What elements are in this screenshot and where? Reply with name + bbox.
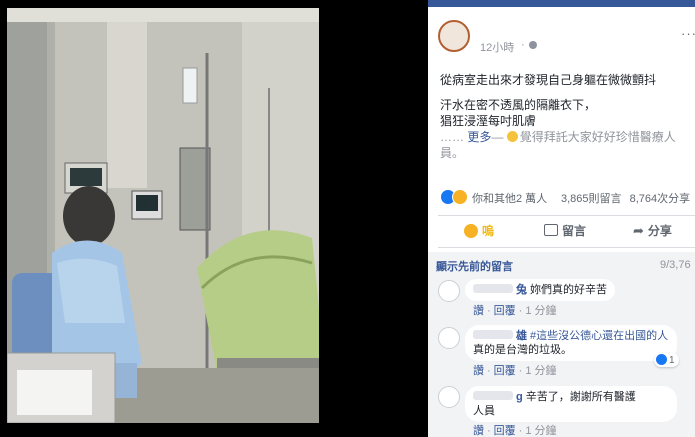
like-link[interactable]: 讚 <box>473 425 484 437</box>
comment-meta: 讚 · 回覆 · 1 分鐘 <box>473 425 557 437</box>
reaction-summary[interactable]: 你和其他2 萬人 3,865則留言 8,764次分享 <box>440 189 695 205</box>
post-options-menu[interactable]: ··· <box>681 26 695 41</box>
see-more-link[interactable]: 更多 <box>467 130 491 144</box>
reply-link[interactable]: 回覆 <box>494 365 516 377</box>
comment-text-cont: 人員 <box>473 405 495 417</box>
hospital-room-illustration <box>7 8 319 423</box>
comment-text: 真的是台灣的垃圾。 <box>473 344 572 356</box>
commenter-avatar[interactable] <box>438 280 460 302</box>
comment-meta: 讚 · 回覆 · 1 分鐘 <box>473 305 557 317</box>
like-link[interactable]: 讚 <box>473 305 484 317</box>
comment-age[interactable]: 1 分鐘 <box>525 425 556 437</box>
hashtag-link[interactable]: #這些沒公德心還在出國的人 <box>530 330 668 342</box>
comment-age[interactable]: 1 分鐘 <box>525 365 556 377</box>
reply-link[interactable]: 回覆 <box>494 305 516 317</box>
divider-top <box>438 215 695 216</box>
sad-emoji-icon <box>506 131 518 142</box>
top-bar <box>428 0 695 7</box>
timestamp-separator: · <box>521 39 525 51</box>
comment-text: 辛苦了，謝謝所有醫護 <box>525 391 636 403</box>
reaction-counts: 3,865則留言 8,764次分享 <box>561 190 690 206</box>
commenter-name[interactable]: 雄 <box>516 330 527 342</box>
comment-meta: 讚 · 回覆 · 1 分鐘 <box>473 365 557 377</box>
photo-viewer <box>0 0 428 437</box>
divider-bottom <box>438 247 695 248</box>
share-label: 分享 <box>647 224 672 238</box>
action-bar: 嗚 留言 ➦ 分享 <box>428 219 695 243</box>
comment-button[interactable]: 留言 <box>544 222 586 240</box>
more-row: …… 更多— 覺得拜託大家好好珍惜醫療人員。 <box>440 129 692 161</box>
share-button[interactable]: ➦ 分享 <box>633 222 672 240</box>
view-previous-comments-link[interactable]: 顯示先前的留言 <box>436 258 513 274</box>
commenter-avatar[interactable] <box>438 386 460 408</box>
comment-bubble: 雄 #這些沒公德心還在出國的人真的是台灣的垃圾。 <box>465 325 677 361</box>
commenter-avatar[interactable] <box>438 327 460 349</box>
attached-prefix: — <box>491 130 507 144</box>
post-photo[interactable] <box>7 8 319 423</box>
comment-bubble: 兔妳們真的好辛苦 <box>465 279 615 301</box>
comment-label: 留言 <box>562 224 587 238</box>
reply-link[interactable]: 回覆 <box>494 425 516 437</box>
react-button[interactable]: 嗚 <box>464 222 494 240</box>
comments-count[interactable]: 3,865則留言 <box>561 193 622 205</box>
post-timestamp[interactable]: 12小時 <box>480 39 514 55</box>
post-line-3: 猖狂浸溼每吋肌膚 <box>440 114 537 128</box>
react-label: 嗚 <box>482 224 495 238</box>
sad-reaction-icon <box>452 189 468 205</box>
comments-progress: 9/3,76 <box>660 259 691 271</box>
share-icon: ➦ <box>633 223 644 238</box>
comment-bubble: g 辛苦了，謝謝所有醫護人員 <box>465 386 677 422</box>
like-icon <box>656 354 667 365</box>
shares-count[interactable]: 8,764次分享 <box>630 193 691 205</box>
post-line-2: 汗水在密不透風的隔離衣下， <box>440 98 597 112</box>
like-count: 1 <box>669 355 675 366</box>
post-line-1: 從病室走出來才發現自己身軀在微微顫抖 <box>440 73 657 87</box>
privacy-globe-icon <box>529 41 537 49</box>
post-panel: 12小時 · ··· 從病室走出來才發現自己身軀在微微顫抖 汗水在密不透風的隔離… <box>428 0 695 437</box>
comment-text: 妳們真的好辛苦 <box>530 284 607 296</box>
author-avatar[interactable] <box>438 20 470 52</box>
commenter-name[interactable]: g <box>516 391 523 403</box>
commenter-name[interactable]: 兔 <box>516 284 527 296</box>
comment-icon <box>544 224 558 236</box>
redacted-name <box>473 330 513 339</box>
like-link[interactable]: 讚 <box>473 365 484 377</box>
sad-face-icon <box>464 224 478 238</box>
comment-age[interactable]: 1 分鐘 <box>525 305 556 317</box>
redacted-name <box>473 391 513 400</box>
reaction-names[interactable]: 你和其他2 萬人 <box>472 190 547 206</box>
redacted-name <box>473 284 513 293</box>
ellipsis: …… <box>440 130 468 144</box>
comment-like-count[interactable]: 1 <box>654 353 679 367</box>
post-body: 從病室走出來才發現自己身軀在微微顫抖 汗水在密不透風的隔離衣下， 猖狂浸溼每吋肌… <box>440 72 692 161</box>
comments-section: 顯示先前的留言 9/3,76 兔妳們真的好辛苦 讚 · 回覆 · 1 分鐘 雄 #這些沒公… <box>428 252 695 437</box>
